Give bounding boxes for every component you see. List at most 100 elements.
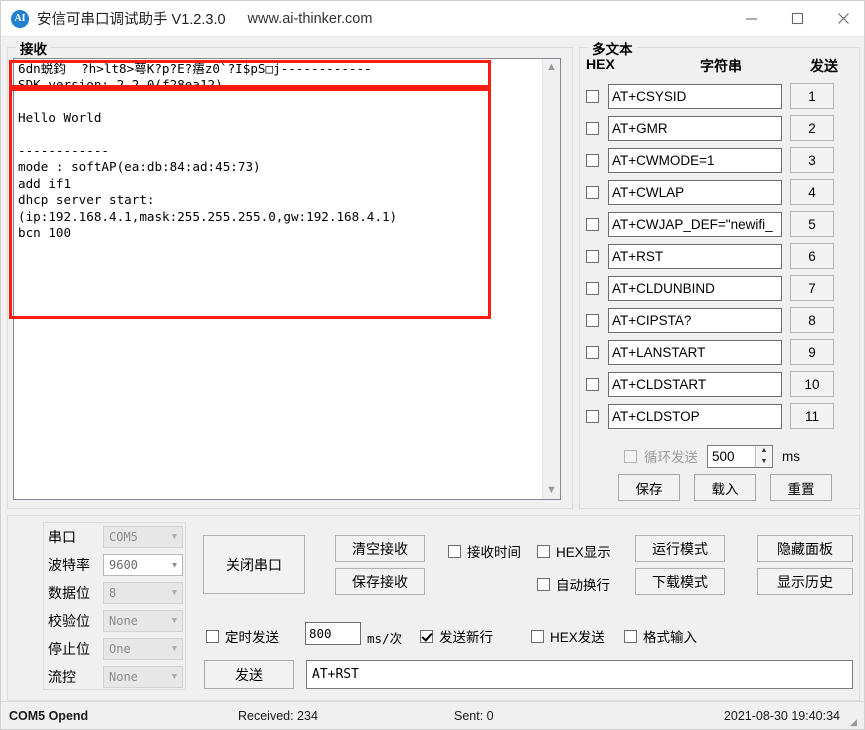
serial-setting-select[interactable]: None ▼ <box>103 610 183 632</box>
command-input-9[interactable]: AT+LANSTART <box>608 339 782 365</box>
serial-setting-select[interactable]: 9600 ▼ <box>103 554 183 576</box>
command-input-3[interactable]: AT+CWMODE=1 <box>608 147 782 173</box>
control-panel: 串口 COM5 ▼ 波特率 9600 ▼ 数据位 8 ▼ 校验位 None ▼ 停止位 One ▼ 流控 Non… <box>7 515 860 701</box>
hex-checkbox-1[interactable] <box>586 89 599 103</box>
send-slot-button-8[interactable]: 8 <box>790 307 834 333</box>
multitext-panel: 多文本 HEX 字符串 发送 AT+CSYSID 1 AT+GMR 2 AT+CWMOD… <box>579 38 861 509</box>
hex-display-checkbox-item[interactable]: HEX显示 <box>537 541 611 561</box>
format-input-checkbox-item[interactable]: 格式输入 <box>624 626 697 646</box>
run-mode-button[interactable]: 运行模式 <box>635 535 725 562</box>
scroll-up-icon[interactable]: ▲ <box>546 62 557 73</box>
command-input-5[interactable]: AT+CWJAP_DEF="newifi_ <box>608 211 782 237</box>
serial-setting-select[interactable]: None ▼ <box>103 666 183 688</box>
receive-textarea[interactable]: 6dn蜕鈞 ?h>lt8>萼K?p?E?痦z0`?I$pS□j---------… <box>13 58 561 500</box>
command-input-6[interactable]: AT+RST <box>608 243 782 269</box>
receive-time-checkbox-item[interactable]: 接收时间 <box>448 541 521 561</box>
loop-interval-spin-buttons[interactable]: ▲ ▼ <box>755 445 772 467</box>
serial-setting-select[interactable]: One ▼ <box>103 638 183 660</box>
send-slot-button-5[interactable]: 5 <box>790 211 834 237</box>
command-input-2[interactable]: AT+GMR <box>608 115 782 141</box>
send-slot-button-1[interactable]: 1 <box>790 83 834 109</box>
send-slot-button-11[interactable]: 11 <box>790 403 834 429</box>
chevron-down-icon[interactable]: ▼ <box>172 672 177 682</box>
serial-setting-select[interactable]: COM5 ▼ <box>103 526 183 548</box>
chevron-down-icon[interactable]: ▼ <box>172 588 177 598</box>
serial-setting-value: 8 <box>109 586 117 600</box>
receive-time-checkbox[interactable] <box>448 544 461 558</box>
chevron-down-icon[interactable]: ▼ <box>172 644 177 654</box>
send-input[interactable]: AT+RST <box>306 660 853 689</box>
resize-grip-icon[interactable]: ◢ <box>850 717 860 727</box>
timed-send-checkbox[interactable] <box>206 629 219 643</box>
hide-panel-button[interactable]: 隐藏面板 <box>757 535 853 562</box>
loop-interval-stepper[interactable]: 500 ▲ ▼ <box>707 444 773 468</box>
command-input-11[interactable]: AT+CLDSTOP <box>608 403 782 429</box>
hex-checkbox-9[interactable] <box>586 345 599 359</box>
command-text: AT+CIPSTA? <box>612 312 692 328</box>
show-history-button[interactable]: 显示历史 <box>757 568 853 595</box>
send-slot-button-10[interactable]: 10 <box>790 371 834 397</box>
hex-display-checkbox[interactable] <box>537 544 550 558</box>
save-receive-button[interactable]: 保存接收 <box>335 568 425 595</box>
hex-checkbox-4[interactable] <box>586 185 599 199</box>
send-slot-button-7[interactable]: 7 <box>790 275 834 301</box>
command-input-1[interactable]: AT+CSYSID <box>608 83 782 109</box>
loop-send-label: 循环发送 <box>644 450 698 465</box>
timed-send-checkbox-item[interactable]: 定时发送 <box>206 626 279 646</box>
send-slot-button-3[interactable]: 3 <box>790 147 834 173</box>
format-input-checkbox[interactable] <box>624 629 637 643</box>
load-button[interactable]: 载入 <box>694 474 756 501</box>
command-input-8[interactable]: AT+CIPSTA? <box>608 307 782 333</box>
download-mode-button[interactable]: 下载模式 <box>635 568 725 595</box>
spinner-up-icon[interactable]: ▲ <box>756 446 772 457</box>
chevron-down-icon[interactable]: ▼ <box>172 532 177 542</box>
hex-checkbox-5[interactable] <box>586 217 599 231</box>
multitext-row: AT+CLDSTART 10 <box>580 368 861 400</box>
maximize-icon[interactable] <box>774 1 820 36</box>
auto-wrap-checkbox[interactable] <box>537 577 550 591</box>
command-text: AT+CLDSTOP <box>612 408 700 424</box>
timed-interval-input[interactable]: 800 <box>305 622 361 645</box>
serial-settings-panel: 串口 COM5 ▼ 波特率 9600 ▼ 数据位 8 ▼ 校验位 None ▼ 停止位 One ▼ 流控 Non… <box>43 522 186 690</box>
hex-checkbox-6[interactable] <box>586 249 599 263</box>
scroll-down-icon[interactable]: ▼ <box>546 485 557 496</box>
serial-setting-value: 9600 <box>109 558 138 572</box>
hex-checkbox-10[interactable] <box>586 377 599 391</box>
close-icon[interactable] <box>820 1 864 36</box>
send-button[interactable]: 发送 <box>204 660 294 689</box>
hex-checkbox-7[interactable] <box>586 281 599 295</box>
status-received: Received: 234 <box>238 709 318 723</box>
auto-wrap-checkbox-item[interactable]: 自动换行 <box>537 574 610 594</box>
hex-checkbox-2[interactable] <box>586 121 599 135</box>
serial-setting-select[interactable]: 8 ▼ <box>103 582 183 604</box>
hex-checkbox-8[interactable] <box>586 313 599 327</box>
command-input-10[interactable]: AT+CLDSTART <box>608 371 782 397</box>
reset-button[interactable]: 重置 <box>770 474 832 501</box>
chevron-down-icon[interactable]: ▼ <box>172 616 177 626</box>
clear-receive-button[interactable]: 清空接收 <box>335 535 425 562</box>
send-slot-button-9[interactable]: 9 <box>790 339 834 365</box>
loop-send-checkbox[interactable] <box>624 449 637 463</box>
spinner-down-icon[interactable]: ▼ <box>756 456 772 467</box>
serial-setting-value: COM5 <box>109 530 138 544</box>
close-port-button[interactable]: 关闭串口 <box>203 535 305 594</box>
hex-checkbox-3[interactable] <box>586 153 599 167</box>
multitext-row: AT+CLDSTOP 11 <box>580 400 861 432</box>
send-slot-button-4[interactable]: 4 <box>790 179 834 205</box>
save-button[interactable]: 保存 <box>618 474 680 501</box>
multitext-row: AT+CWJAP_DEF="newifi_ 5 <box>580 208 861 240</box>
auto-wrap-label: 自动换行 <box>556 578 610 593</box>
command-input-7[interactable]: AT+CLDUNBIND <box>608 275 782 301</box>
chevron-down-icon[interactable]: ▼ <box>172 561 177 570</box>
hex-checkbox-11[interactable] <box>586 409 599 423</box>
send-slot-button-2[interactable]: 2 <box>790 115 834 141</box>
hex-send-checkbox-item[interactable]: HEX发送 <box>531 626 605 646</box>
send-newline-checkbox-item[interactable]: 发送新行 <box>420 626 493 646</box>
minimize-icon[interactable] <box>728 1 774 36</box>
receive-scrollbar[interactable]: ▲ ▼ <box>542 59 560 499</box>
send-newline-checkbox[interactable] <box>420 629 433 643</box>
hex-send-checkbox[interactable] <box>531 629 544 643</box>
send-slot-button-6[interactable]: 6 <box>790 243 834 269</box>
command-input-4[interactable]: AT+CWLAP <box>608 179 782 205</box>
hex-send-label: HEX发送 <box>550 630 605 645</box>
